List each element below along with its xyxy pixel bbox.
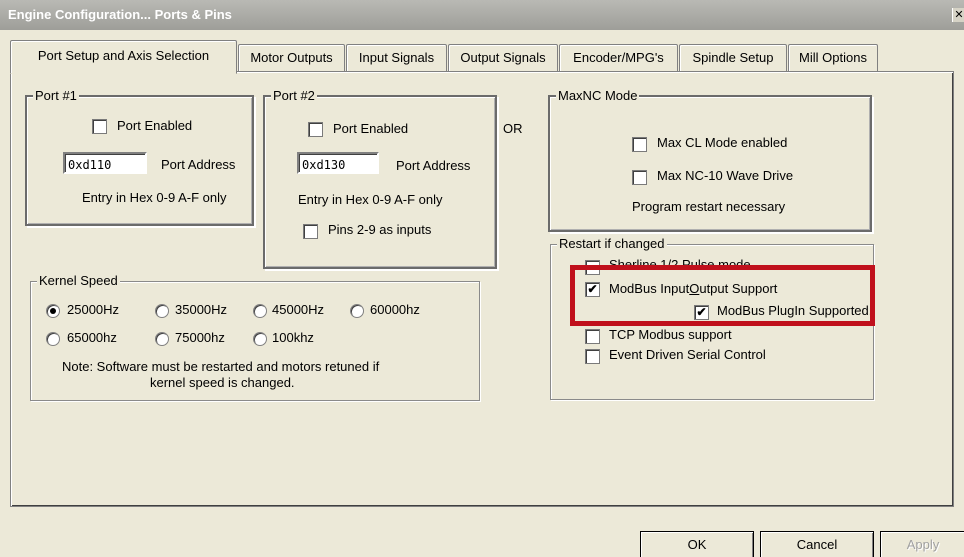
port1-hint: Entry in Hex 0-9 A-F only	[82, 190, 227, 205]
port1-address-input[interactable]: 0xd110	[63, 152, 147, 174]
tab-encoder-mpg[interactable]: Encoder/MPG's	[559, 44, 678, 71]
kernel-label-25000hz: 25000Hz	[67, 302, 120, 317]
restart-legend: Restart if changed	[557, 236, 667, 252]
tab-spindle-setup[interactable]: Spindle Setup	[679, 44, 787, 71]
kernel-label-100khz: 100khz	[272, 330, 314, 345]
event-serial-label: Event Driven Serial Control	[609, 347, 766, 362]
event-serial-checkbox[interactable]	[585, 349, 600, 364]
tab-port-setup[interactable]: Port Setup and Axis Selection	[10, 40, 237, 74]
engine-configuration-dialog: Engine Configuration... Ports & Pins ✕ P…	[0, 0, 964, 557]
kernel-label-45000hz: 45000Hz	[272, 302, 325, 317]
kernel-legend: Kernel Speed	[37, 273, 120, 289]
kernel-note-line1: Note: Software must be restarted and mot…	[62, 359, 380, 374]
port2-hint: Entry in Hex 0-9 A-F only	[298, 192, 443, 207]
kernel-radio-75000hz[interactable]	[155, 332, 169, 346]
pins-as-inputs-checkbox[interactable]	[303, 224, 318, 239]
tab-mill-options[interactable]: Mill Options	[788, 44, 878, 71]
highlight-annotation	[570, 265, 875, 326]
kernel-label-60000hz: 60000hz	[370, 302, 420, 317]
kernel-label-35000hz: 35000Hz	[175, 302, 228, 317]
port2-legend: Port #2	[271, 88, 317, 104]
maxnc-legend: MaxNC Mode	[556, 88, 640, 104]
max-cl-mode-checkbox[interactable]	[632, 137, 647, 152]
port2-address-label: Port Address	[396, 158, 471, 173]
tab-input-signals[interactable]: Input Signals	[346, 44, 447, 71]
port2-enabled-checkbox[interactable]	[308, 122, 323, 137]
port1-enabled-label: Port Enabled	[117, 118, 193, 133]
ok-button[interactable]: OK	[640, 531, 754, 557]
kernel-radio-25000hz[interactable]	[46, 304, 60, 318]
max-nc10-wave-checkbox[interactable]	[632, 170, 647, 185]
tcp-modbus-label: TCP Modbus support	[609, 327, 732, 342]
tab-motor-outputs[interactable]: Motor Outputs	[238, 44, 345, 71]
pins-as-inputs-label: Pins 2-9 as inputs	[328, 222, 432, 237]
close-button[interactable]: ✕	[952, 8, 964, 22]
port2-enabled-label: Port Enabled	[333, 121, 409, 136]
kernel-note-line2: kernel speed is changed.	[150, 375, 295, 390]
cancel-button[interactable]: Cancel	[760, 531, 874, 557]
tab-output-signals[interactable]: Output Signals	[448, 44, 558, 71]
port1-enabled-checkbox[interactable]	[92, 119, 107, 134]
port1-legend: Port #1	[33, 88, 79, 104]
kernel-radio-65000hz[interactable]	[46, 332, 60, 346]
apply-button[interactable]: Apply	[880, 531, 964, 557]
kernel-radio-35000hz[interactable]	[155, 304, 169, 318]
window-title: Engine Configuration... Ports & Pins	[8, 7, 232, 22]
kernel-radio-45000hz[interactable]	[253, 304, 267, 318]
max-nc10-wave-label: Max NC-10 Wave Drive	[657, 168, 794, 183]
or-label: OR	[503, 121, 523, 136]
port1-address-label: Port Address	[161, 157, 236, 172]
kernel-radio-100khz[interactable]	[253, 332, 267, 346]
max-cl-mode-label: Max CL Mode enabled	[657, 135, 788, 150]
kernel-label-65000hz: 65000hz	[67, 330, 117, 345]
tcp-modbus-checkbox[interactable]	[585, 329, 600, 344]
restart-necessary-note: Program restart necessary	[632, 199, 786, 214]
kernel-label-75000hz: 75000hz	[175, 330, 225, 345]
port2-address-input[interactable]: 0xd130	[297, 152, 379, 174]
kernel-radio-60000hz[interactable]	[350, 304, 364, 318]
